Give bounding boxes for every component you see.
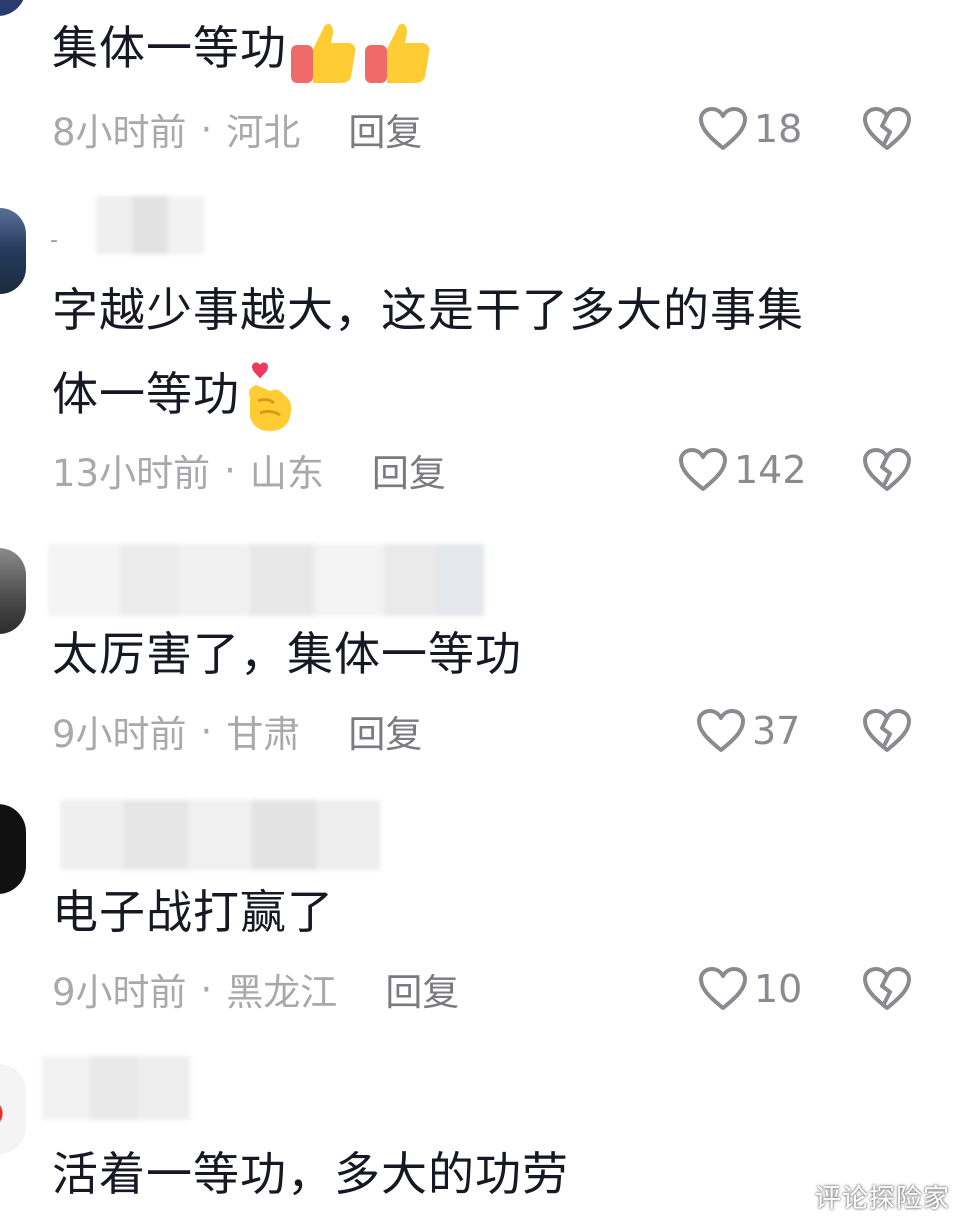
username-blurred	[42, 1056, 190, 1120]
like-count: 37	[752, 709, 801, 753]
comment-text: 字越少事越大，这是干了多大的事集 体一等功	[52, 268, 804, 436]
comment-text-line: 体一等功	[52, 352, 804, 436]
thumbs-up-emoji-icon	[365, 23, 430, 83]
avatar[interactable]	[0, 548, 26, 634]
like-button[interactable]: 18	[698, 104, 802, 154]
comment-time: 13小时前	[52, 452, 211, 495]
like-count: 10	[754, 967, 803, 1011]
username[interactable]: -	[50, 228, 58, 253]
heart-outline-icon	[699, 967, 747, 1010]
comment-location: 甘肃	[226, 713, 301, 756]
comment-location: 河北	[226, 111, 301, 154]
comment-time: 9小时前	[52, 713, 187, 756]
heart-outline-icon	[697, 709, 745, 752]
broken-heart-icon[interactable]	[862, 706, 912, 756]
comment-time: 9小时前	[52, 971, 187, 1014]
comment-text: 集体一等功	[52, 6, 435, 90]
comment-text-line: 字越少事越大，这是干了多大的事集	[52, 283, 804, 337]
comment-meta: 9小时前 · 甘肃 回复	[52, 704, 422, 758]
comment-time: 8小时前	[52, 111, 187, 154]
separator: ·	[200, 967, 213, 1011]
like-count: 18	[754, 107, 803, 151]
comment-meta: 9小时前 · 黑龙江 回复	[52, 962, 459, 1016]
username-blurred	[60, 800, 380, 870]
like-count: 142	[734, 448, 807, 492]
thumbs-up-emoji-icon	[291, 23, 356, 83]
comment-location: 山东	[249, 452, 324, 495]
comment-text: 电子战打赢了	[52, 885, 334, 939]
like-button[interactable]: 37	[696, 706, 800, 756]
broken-heart-icon[interactable]	[862, 104, 912, 154]
separator: ·	[200, 709, 213, 753]
avatar[interactable]	[0, 208, 26, 294]
avatar[interactable]	[0, 0, 26, 16]
comment-meta: 13小时前 · 山东 回复	[52, 443, 446, 497]
heart-outline-icon	[679, 448, 727, 491]
avatar[interactable]	[0, 1064, 26, 1154]
like-button[interactable]: 142	[678, 445, 807, 495]
like-button[interactable]: 10	[698, 964, 802, 1014]
comment-text: 活着一等功，多大的功劳	[52, 1147, 569, 1201]
heart-outline-icon	[699, 107, 747, 150]
finger-heart-emoji-icon	[248, 362, 292, 431]
comment-meta: 8小时前 · 河北 回复	[52, 102, 422, 156]
broken-heart-icon[interactable]	[862, 964, 912, 1014]
reply-button[interactable]: 回复	[348, 102, 422, 156]
separator: ·	[224, 448, 236, 492]
reply-button[interactable]: 回复	[348, 704, 422, 758]
separator: ·	[200, 107, 213, 151]
watermark: 评论探险家	[814, 1184, 950, 1214]
broken-heart-icon[interactable]	[862, 445, 912, 495]
comment-text: 太厉害了，集体一等功	[52, 627, 522, 681]
username-blurred	[48, 544, 484, 616]
comment-location: 黑龙江	[226, 971, 338, 1014]
reply-button[interactable]: 回复	[372, 443, 446, 497]
avatar[interactable]	[0, 804, 26, 894]
username-blurred	[96, 196, 204, 254]
reply-button[interactable]: 回复	[385, 962, 459, 1016]
